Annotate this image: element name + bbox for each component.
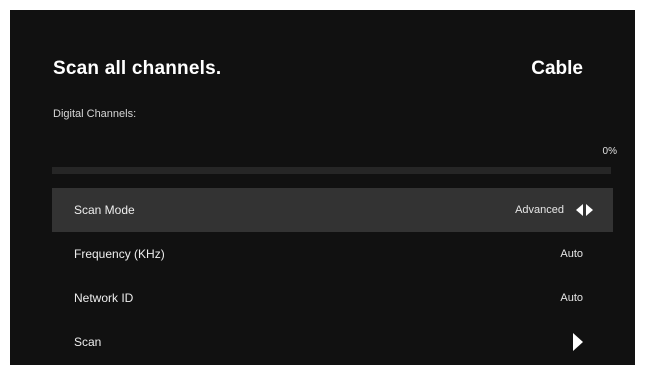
network-id-label: Network ID	[74, 291, 134, 305]
arrow-right-icon[interactable]	[586, 204, 593, 216]
scan-settings-menu: Scan Mode Advanced Frequency (KHz) Auto …	[52, 188, 613, 364]
scan-mode-label: Scan Mode	[74, 203, 135, 217]
menu-row-frequency[interactable]: Frequency (KHz) Auto	[52, 232, 613, 276]
scan-progress-percent: 0%	[602, 146, 617, 157]
tv-screen: Scan all channels. Cable Digital Channel…	[10, 10, 635, 365]
signal-source: Cable	[531, 58, 583, 79]
page-title: Scan all channels.	[53, 58, 222, 79]
digital-channels-label: Digital Channels:	[53, 108, 137, 120]
arrow-left-icon[interactable]	[576, 204, 583, 216]
play-arrow-icon[interactable]	[573, 333, 583, 351]
scan-label: Scan	[74, 335, 102, 349]
frequency-label: Frequency (KHz)	[74, 247, 165, 261]
menu-row-scan[interactable]: Scan	[52, 320, 613, 364]
left-right-arrow-icon[interactable]	[576, 204, 593, 216]
scan-progress-bar	[52, 167, 611, 174]
scan-mode-value: Advanced	[515, 204, 564, 216]
network-id-value: Auto	[560, 292, 583, 304]
menu-row-scan-mode[interactable]: Scan Mode Advanced	[52, 188, 613, 232]
menu-row-network-id[interactable]: Network ID Auto	[52, 276, 613, 320]
frequency-value: Auto	[560, 248, 583, 260]
scan-mode-value-group: Advanced	[515, 204, 593, 216]
